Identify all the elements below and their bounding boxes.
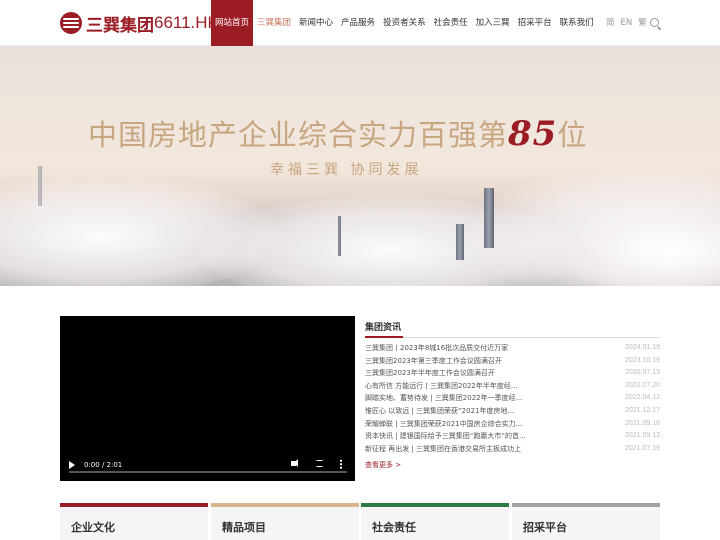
feature-card[interactable]: 招采平台 [512, 503, 660, 540]
card-accent-bar [361, 503, 509, 507]
news-item[interactable]: 资本快讯 | 建银国际给予三巽集团“跑赢大市”的首... 2021.09.13 [365, 430, 660, 443]
news-item-date: 2023.10.19 [624, 356, 660, 364]
news-item-title[interactable]: 三巽集团丨2023年8城16批次品质交付近万家 [365, 342, 508, 355]
news-item[interactable]: 新征程 再出发 | 三巽集团在香港交易所主板成功上 2021.07.19 [365, 443, 660, 456]
card-accent-bar [211, 503, 359, 507]
news-item-title[interactable]: 心有所信 方能远行 | 三巽集团2022年半年度经... [365, 380, 518, 393]
logo-mark-icon [60, 12, 82, 34]
main-nav: 网站首页 三巽集团 新闻中心 产品服务 投资者关系 社会责任 加入三巽 招采平台 联系我们 [211, 0, 598, 46]
news-item[interactable]: 惟匠心 以致远 | 三巽集团荣获“2021年度房地... 2021.12.17 [365, 405, 660, 418]
feature-card[interactable]: 精品项目 [211, 503, 359, 540]
news-item-date: 2021.07.19 [624, 444, 660, 452]
video-player[interactable]: 0:00 / 2:01 [60, 316, 355, 481]
video-time: 0:00 / 2:01 [84, 461, 123, 469]
logo[interactable]: 三巽集团 6611.HK [60, 11, 219, 36]
fullscreen-icon[interactable] [316, 460, 323, 467]
banner-title: 中国房地产企业综合实力百强第85位 [88, 114, 588, 154]
news-header: 集团资讯 [365, 316, 660, 338]
news-item[interactable]: 荣耀蝉联 | 三巽集团荣获2021中国房企综合实力... 2021.09.16 [365, 418, 660, 431]
news-item[interactable]: 三巽集团2023年第三季度工作会议圆满召开 2023.10.19 [365, 355, 660, 368]
news-item[interactable]: 心有所信 方能远行 | 三巽集团2022年半年度经... 2022.07.20 [365, 380, 660, 393]
news-item-date: 2022.07.20 [624, 381, 660, 389]
news-item-date: 2020.07.13 [624, 369, 660, 377]
news-item-title[interactable]: 惟匠心 以致远 | 三巽集团荣获“2021年度房地... [365, 405, 514, 418]
news-item-title[interactable]: 资本快讯 | 建银国际给予三巽集团“跑赢大市”的首... [365, 430, 526, 443]
news-item-date: 2022.04.12 [624, 394, 660, 402]
tower-icon [38, 166, 42, 206]
news-more-link[interactable]: 查看更多 > [365, 460, 401, 470]
nav-item[interactable]: 联系我们 [556, 0, 598, 46]
news-item-title[interactable]: 三巽集团2023年第三季度工作会议圆满召开 [365, 355, 502, 368]
skyscraper-icon [484, 188, 494, 248]
card-accent-bar [60, 503, 208, 507]
card-label: 企业文化 [71, 521, 115, 534]
search-icon[interactable] [650, 18, 659, 27]
nav-item[interactable]: 产品服务 [337, 0, 379, 46]
feature-card[interactable]: 企业文化 [60, 503, 208, 540]
nav-item[interactable]: 投资者关系 [379, 0, 430, 46]
nav-item[interactable]: 网站首页 [211, 0, 254, 46]
card-label: 精品项目 [222, 521, 266, 534]
language-switcher: 简 EN 繁 [606, 0, 647, 46]
news-list: 三巽集团丨2023年8城16批次品质交付近万家 2024.01.19 三巽集团202… [365, 342, 660, 455]
news-item[interactable]: 脚踏实地、蓄势待发 | 三巽集团2022年一季度经... 2022.04.12 [365, 392, 660, 405]
play-icon[interactable] [69, 461, 75, 469]
site-header: 三巽集团 6611.HK 网站首页 三巽集团 新闻中心 产品服务 投资者关系 社会责任 加入… [0, 0, 720, 46]
card-label: 招采平台 [523, 521, 567, 534]
card-accent-bar [512, 503, 660, 507]
news-item-date: 2021.12.17 [624, 406, 660, 414]
news-panel: 集团资讯 三巽集团丨2023年8城16批次品质交付近万家 2024.01.19 三巽… [365, 316, 660, 481]
banner-subtitle: 幸福三巽 协同发展 [270, 162, 423, 178]
language-option[interactable]: 繁 [638, 0, 647, 46]
news-item-title[interactable]: 脚踏实地、蓄势待发 | 三巽集团2022年一季度经... [365, 392, 522, 405]
news-item-title[interactable]: 荣耀蝉联 | 三巽集团荣获2021中国房企综合实力... [365, 418, 522, 431]
news-item-date: 2021.09.13 [624, 432, 660, 440]
news-item[interactable]: 三巽集团2023年半年度工作会议圆满召开 2020.07.13 [365, 367, 660, 380]
news-item-date: 2024.01.19 [624, 344, 660, 351]
language-option[interactable]: EN [621, 0, 633, 46]
more-options-icon[interactable] [340, 459, 342, 469]
nav-item[interactable]: 社会责任 [430, 0, 472, 46]
video-controls: 0:00 / 2:01 [60, 451, 355, 481]
nav-item[interactable]: 招采平台 [514, 0, 556, 46]
card-label: 社会责任 [372, 521, 416, 534]
news-item[interactable]: 三巽集团丨2023年8城16批次品质交付近万家 2024.01.19 [365, 342, 660, 355]
nav-item[interactable]: 新闻中心 [295, 0, 337, 46]
news-item-date: 2021.09.16 [624, 419, 660, 427]
news-title: 集团资讯 [365, 323, 402, 333]
hero-banner[interactable]: 中国房地产企业综合实力百强第85位 幸福三巽 协同发展 [0, 46, 720, 286]
news-item-title[interactable]: 三巽集团2023年半年度工作会议圆满召开 [365, 367, 495, 380]
skyscraper-icon [456, 224, 464, 260]
news-item-title[interactable]: 新征程 再出发 | 三巽集团在香港交易所主板成功上 [365, 443, 521, 456]
nav-item[interactable]: 三巽集团 [253, 0, 295, 46]
volume-icon[interactable] [291, 459, 298, 467]
tv-tower-icon [338, 216, 341, 256]
logo-text: 三巽集团 [86, 15, 154, 36]
nav-item[interactable]: 加入三巽 [472, 0, 514, 46]
language-option[interactable]: 简 [606, 0, 615, 46]
feature-card[interactable]: 社会责任 [361, 503, 509, 540]
logo-stock-code: 6611.HK [154, 13, 219, 32]
video-progress-bar[interactable] [69, 471, 347, 473]
